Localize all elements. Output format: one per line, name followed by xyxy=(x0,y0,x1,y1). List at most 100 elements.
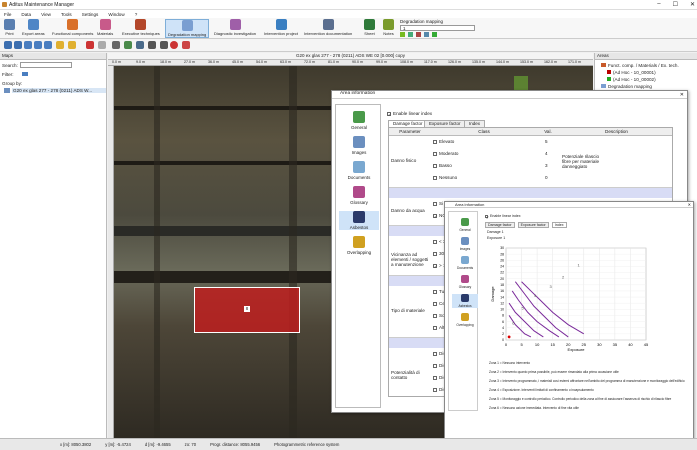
checkbox-icon[interactable] xyxy=(433,151,437,156)
class-cell[interactable]: Nessuno xyxy=(433,175,457,180)
ribbon-button-4[interactable]: Executive techniques xyxy=(120,19,162,38)
checkbox-icon[interactable] xyxy=(433,251,437,256)
checkbox-icon[interactable] xyxy=(433,289,437,294)
ribbon-button-3[interactable]: Materials xyxy=(95,19,115,38)
side-images[interactable]: Images xyxy=(452,237,478,251)
rectangle-icon[interactable] xyxy=(136,41,144,49)
point-icon[interactable] xyxy=(170,41,178,49)
side-asbestos[interactable]: Asbestos xyxy=(452,294,478,309)
ribbon-button-6[interactable]: Diagnostic investigation xyxy=(212,19,258,38)
tab-damage-factor[interactable]: Damage factor xyxy=(388,120,428,127)
checkbox-icon[interactable] xyxy=(433,387,437,392)
zone-description: Zona 4 = Esposizione. Interventi limitat… xyxy=(489,388,594,392)
menu-window[interactable]: Window xyxy=(108,12,124,17)
tab-index[interactable]: Index xyxy=(464,120,486,127)
selected-area[interactable]: 8 xyxy=(194,287,300,333)
search-input[interactable] xyxy=(20,62,72,68)
checkbox-icon[interactable] xyxy=(433,213,437,218)
enable-linear-index[interactable]: Enable linear index xyxy=(485,214,521,218)
checkbox-icon[interactable] xyxy=(433,325,437,330)
ribbon-button-5[interactable]: Degradation mapping xyxy=(165,19,210,38)
menu-tools[interactable]: Tools xyxy=(61,12,72,17)
menu-file[interactable]: File xyxy=(4,12,11,17)
checkbox-icon[interactable] xyxy=(433,263,437,268)
polygon-icon[interactable] xyxy=(124,41,132,49)
class-cell[interactable]: Basso xyxy=(433,163,452,168)
close-icon[interactable]: ✕ xyxy=(690,1,695,8)
side-glossary[interactable]: Glossary xyxy=(452,275,478,289)
tab-exposure-factor[interactable]: Exposure factor xyxy=(517,222,549,228)
copy-icon[interactable] xyxy=(424,32,429,37)
delete-icon[interactable] xyxy=(416,32,421,37)
class-cell[interactable]: Elevato xyxy=(433,139,454,144)
tree-functional[interactable]: Funct. comp. / Materials / Ex. tech. xyxy=(601,63,679,68)
close-icon[interactable]: ✕ xyxy=(688,202,691,207)
tab-index[interactable]: Index xyxy=(551,222,567,228)
minimize-icon[interactable]: – xyxy=(657,1,660,8)
asbestos-icon xyxy=(353,211,365,223)
add-icon[interactable] xyxy=(400,32,405,37)
filter-icon[interactable] xyxy=(22,72,28,76)
line-icon[interactable] xyxy=(160,41,168,49)
edit-icon[interactable] xyxy=(408,32,413,37)
tab-exposure-factor[interactable]: Exposure factor xyxy=(424,120,466,127)
ribbon-button-9[interactable]: Sheet xyxy=(362,19,377,38)
pointer-icon[interactable] xyxy=(112,41,120,49)
checkbox-icon[interactable] xyxy=(433,363,437,368)
ribbon-button-7[interactable]: Intervention project xyxy=(262,19,300,38)
tree-item-2[interactable]: (Ad Hoc - 10_00002) xyxy=(607,77,656,82)
menu-data[interactable]: Data xyxy=(21,12,31,17)
side-images[interactable]: Images xyxy=(339,136,379,155)
checkbox-icon[interactable] xyxy=(485,214,488,218)
checkbox-icon[interactable] xyxy=(433,313,437,318)
redo-icon[interactable] xyxy=(98,41,106,49)
side-overlapping[interactable]: Overlapping xyxy=(339,236,379,255)
checkbox-icon[interactable] xyxy=(433,239,437,244)
side-documents[interactable]: Documents xyxy=(339,161,379,180)
layer-icon[interactable] xyxy=(68,41,76,49)
side-general[interactable]: General xyxy=(339,111,379,130)
tree-degradation[interactable]: Degradation mapping xyxy=(601,84,652,89)
checkbox-icon[interactable] xyxy=(433,351,437,356)
pen-icon[interactable] xyxy=(148,41,156,49)
fit-icon[interactable] xyxy=(44,41,52,49)
image-icon[interactable] xyxy=(56,41,64,49)
ribbon-button-2[interactable]: Functional components xyxy=(50,19,95,38)
class-cell[interactable]: Si xyxy=(433,201,443,206)
side-asbestos[interactable]: Asbestos xyxy=(339,211,379,230)
check-icon[interactable] xyxy=(432,32,437,37)
checkbox-icon[interactable] xyxy=(433,301,437,306)
tab-damage-factor[interactable]: Damage factor xyxy=(485,222,515,228)
ribbon-button-10[interactable]: Notes xyxy=(381,19,396,38)
tree-item-map[interactable]: G20 ex glas 277 - 278 (0211) ADS W... xyxy=(12,88,106,93)
ribbon-button-0[interactable]: Print xyxy=(2,19,17,38)
tree-item-1[interactable]: (Ad Hoc - 10_00001) xyxy=(607,70,656,75)
y-tick: 2 xyxy=(502,332,504,336)
checkbox-icon[interactable] xyxy=(387,111,391,116)
menu-settings[interactable]: Settings xyxy=(82,12,99,17)
side-documents[interactable]: Documents xyxy=(452,256,478,270)
checkbox-icon[interactable] xyxy=(433,175,437,180)
ribbon-button-1[interactable]: Export areas xyxy=(20,19,47,38)
checkbox-icon[interactable] xyxy=(433,139,437,144)
maximize-icon[interactable]: ☐ xyxy=(673,1,678,8)
side-overlapping[interactable]: Overlapping xyxy=(452,313,478,327)
side-general[interactable]: General xyxy=(452,218,478,232)
menu-help[interactable]: ? xyxy=(135,12,138,17)
degradation-select[interactable]: 1 xyxy=(400,25,475,31)
zoom-icon[interactable] xyxy=(14,41,22,49)
checkbox-icon[interactable] xyxy=(433,201,437,206)
refresh-icon[interactable] xyxy=(4,41,12,49)
class-cell[interactable]: Moderato xyxy=(433,151,458,156)
checkbox-icon[interactable] xyxy=(433,163,437,168)
checkbox-icon[interactable] xyxy=(433,375,437,380)
undo-icon[interactable] xyxy=(86,41,94,49)
erase-icon[interactable] xyxy=(182,41,190,49)
ribbon-button-8[interactable]: Intervention documentation xyxy=(302,19,354,38)
close-icon[interactable]: ✕ xyxy=(680,92,684,98)
pan-icon[interactable] xyxy=(34,41,42,49)
side-glossary[interactable]: Glossary xyxy=(339,186,379,205)
move-icon[interactable] xyxy=(24,41,32,49)
menu-view[interactable]: View xyxy=(41,12,51,17)
enable-linear-index[interactable]: Enable linear index xyxy=(387,111,432,116)
